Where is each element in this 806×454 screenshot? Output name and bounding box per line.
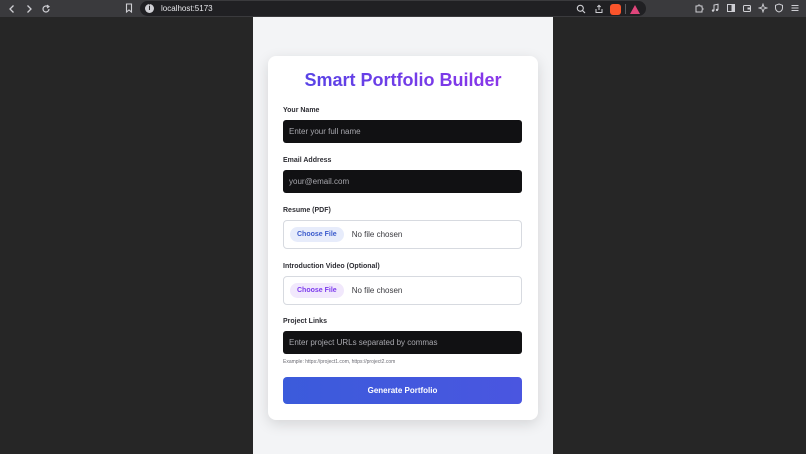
brave-shield-icon[interactable] xyxy=(610,3,621,15)
name-input[interactable] xyxy=(289,127,522,136)
zoom-icon[interactable] xyxy=(574,2,588,16)
email-label: Email Address xyxy=(283,157,332,164)
video-file-status: No file chosen xyxy=(351,286,403,295)
resume-file-status: No file chosen xyxy=(351,230,403,239)
resume-choose-file-button[interactable]: Choose File xyxy=(290,227,344,242)
video-file-input[interactable]: Choose File No file chosen xyxy=(283,276,522,305)
site-info-icon[interactable]: i xyxy=(145,4,154,13)
browser-toolbar: i localhost:5173 xyxy=(0,0,806,17)
page-viewport: Smart Portfolio Builder Your Name Email … xyxy=(253,17,553,454)
wallet-icon[interactable] xyxy=(740,1,754,15)
leo-icon[interactable] xyxy=(756,1,770,15)
video-choose-file-button[interactable]: Choose File xyxy=(290,283,344,298)
project-links-field[interactable] xyxy=(283,331,522,354)
project-links-label: Project Links xyxy=(283,318,327,325)
page-title: Smart Portfolio Builder xyxy=(268,70,538,91)
menu-icon[interactable] xyxy=(788,1,802,15)
project-links-input[interactable] xyxy=(289,338,522,347)
nav-buttons xyxy=(5,2,53,16)
name-label: Your Name xyxy=(283,107,320,114)
email-field[interactable] xyxy=(283,170,522,193)
address-bar-actions xyxy=(574,2,640,16)
video-label: Introduction Video (Optional) xyxy=(283,263,380,270)
forward-icon[interactable] xyxy=(22,2,36,16)
reload-icon[interactable] xyxy=(39,2,53,16)
project-links-hint: Example: https://project1.com, https://p… xyxy=(283,359,396,365)
back-icon[interactable] xyxy=(5,2,19,16)
share-icon[interactable] xyxy=(592,2,606,16)
extensions-icon[interactable] xyxy=(692,1,706,15)
browser-tools xyxy=(692,1,802,15)
address-bar-separator xyxy=(625,4,626,14)
resume-label: Resume (PDF) xyxy=(283,207,331,214)
vpn-icon[interactable] xyxy=(772,1,786,15)
media-icon[interactable] xyxy=(708,1,722,15)
email-input[interactable] xyxy=(289,177,522,186)
rewards-icon[interactable] xyxy=(630,4,640,14)
address-bar[interactable]: i localhost:5173 xyxy=(140,1,646,16)
name-field[interactable] xyxy=(283,120,522,143)
portfolio-form-card: Smart Portfolio Builder Your Name Email … xyxy=(268,56,538,420)
sidebar-icon[interactable] xyxy=(724,1,738,15)
url-text[interactable]: localhost:5173 xyxy=(161,4,213,13)
generate-portfolio-button[interactable]: Generate Portfolio xyxy=(283,377,522,404)
resume-file-input[interactable]: Choose File No file chosen xyxy=(283,220,522,249)
bookmark-icon[interactable] xyxy=(122,1,136,15)
